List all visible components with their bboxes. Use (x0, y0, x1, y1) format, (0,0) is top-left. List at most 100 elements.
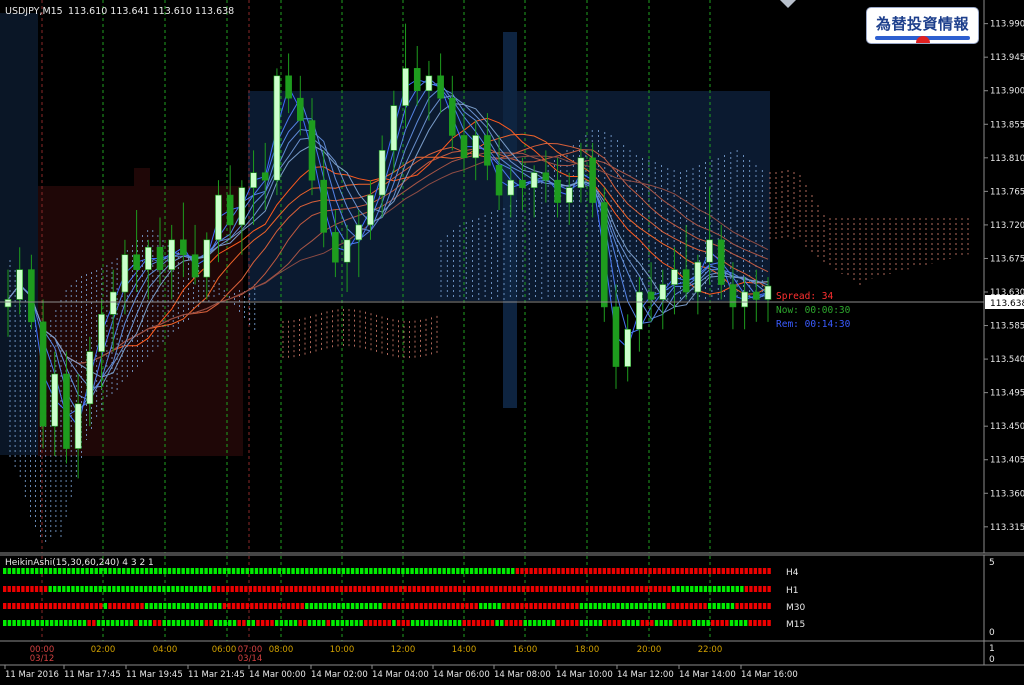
ha-dot (71, 603, 76, 609)
ha-dot (740, 586, 744, 592)
ha-dot (580, 586, 585, 592)
ohlc-readout: 113.610 113.641 113.610 113.638 (68, 6, 234, 17)
ha-dot (107, 586, 112, 592)
candle-body (332, 232, 339, 263)
candle-body (460, 135, 468, 159)
session-time-label: 04:00 (153, 645, 178, 655)
ha-dot (382, 603, 387, 609)
ha-dot (355, 568, 359, 574)
brand-logo-text: 為替投資情報 (875, 15, 969, 33)
ha-dot (501, 603, 506, 609)
ha-dot (350, 568, 355, 574)
candle-body (367, 194, 374, 226)
ha-dot (453, 586, 457, 592)
ha-dot (3, 620, 7, 626)
ha-dot (538, 603, 542, 609)
ha-dot (245, 603, 249, 609)
candle-body (297, 97, 304, 121)
ha-dot (676, 586, 680, 592)
candle-body (180, 239, 187, 256)
ha-dot (172, 603, 176, 609)
ha-dot (682, 620, 687, 626)
ha-dot (439, 586, 444, 592)
ha-dot (307, 586, 312, 592)
ha-dot (744, 586, 749, 592)
candle-body (203, 239, 211, 278)
candle-body (273, 75, 281, 181)
ha-dot (305, 568, 309, 574)
ha-dot (362, 586, 366, 592)
candle-body (764, 285, 772, 300)
ha-dot (148, 586, 152, 592)
ha-dot (659, 620, 663, 626)
ha-dot (30, 568, 34, 574)
ha-dot (462, 620, 467, 626)
ha-dot (448, 586, 453, 592)
ha-dot (767, 586, 771, 592)
candle-body (530, 172, 538, 188)
price-chart[interactable]: USDJPY,M15 113.610 113.641 113.610 113.6… (0, 0, 1024, 681)
candle-body (402, 68, 409, 106)
candle-body (449, 97, 456, 136)
ha-dot (103, 586, 107, 592)
time-tick-label: 14 Mar 14:00 (679, 670, 736, 680)
ha-dot (547, 603, 552, 609)
ha-dot (208, 568, 213, 574)
ha-dot (314, 603, 318, 609)
ha-dot (3, 586, 7, 592)
ha-dot (125, 586, 130, 592)
ha-dot (273, 603, 277, 609)
ha-dot (658, 586, 662, 592)
ha-dot (620, 568, 625, 574)
ha-dot (492, 568, 497, 574)
ha-dot (570, 568, 574, 574)
session-time-label: 12:00 (391, 645, 416, 655)
ha-dot (257, 586, 262, 592)
ha-dot (699, 586, 703, 592)
ha-dot (401, 620, 406, 626)
ha-dot (599, 586, 603, 592)
ha-dot (433, 603, 437, 609)
ha-dot (630, 568, 634, 574)
ha-dot (570, 620, 574, 626)
ha-dot (685, 568, 689, 574)
ha-dot (558, 586, 562, 592)
ha-dot (537, 620, 542, 626)
ha-dot (140, 603, 144, 609)
ha-dot (378, 603, 382, 609)
ha-dot (143, 620, 148, 626)
ha-dot (16, 586, 21, 592)
ha-dot (437, 603, 442, 609)
candle-body (694, 261, 702, 293)
ha-dot (667, 586, 671, 592)
candle-body (636, 291, 643, 330)
ha-dot (378, 620, 382, 626)
session-date-label: 03/14 (238, 654, 263, 664)
ha-dot (327, 603, 332, 609)
ha-dot (80, 568, 85, 574)
ha-dot (517, 586, 521, 592)
ha-dot (488, 603, 492, 609)
ha-dot (575, 620, 579, 626)
ha-dot (300, 568, 304, 574)
zone-red-top (134, 168, 150, 188)
ha-dot (112, 586, 116, 592)
ha-dot (63, 620, 68, 626)
ha-dot (12, 620, 16, 626)
ha-dot (526, 586, 530, 592)
ha-dot (401, 603, 405, 609)
ha-dot (428, 568, 433, 574)
ha-dot (321, 586, 325, 592)
ha-dot (181, 603, 185, 609)
candle-body (741, 291, 748, 308)
ha-dot (157, 620, 162, 626)
ha-dot (594, 586, 598, 592)
ha-dot (222, 603, 227, 609)
ha-dot (762, 586, 767, 592)
ha-dot (544, 586, 548, 592)
ha-dot (30, 586, 34, 592)
price-tick-label: 113.540 (990, 355, 1024, 365)
ha-dot (612, 620, 617, 626)
ha-dot (511, 568, 515, 574)
ha-dot (76, 568, 80, 574)
